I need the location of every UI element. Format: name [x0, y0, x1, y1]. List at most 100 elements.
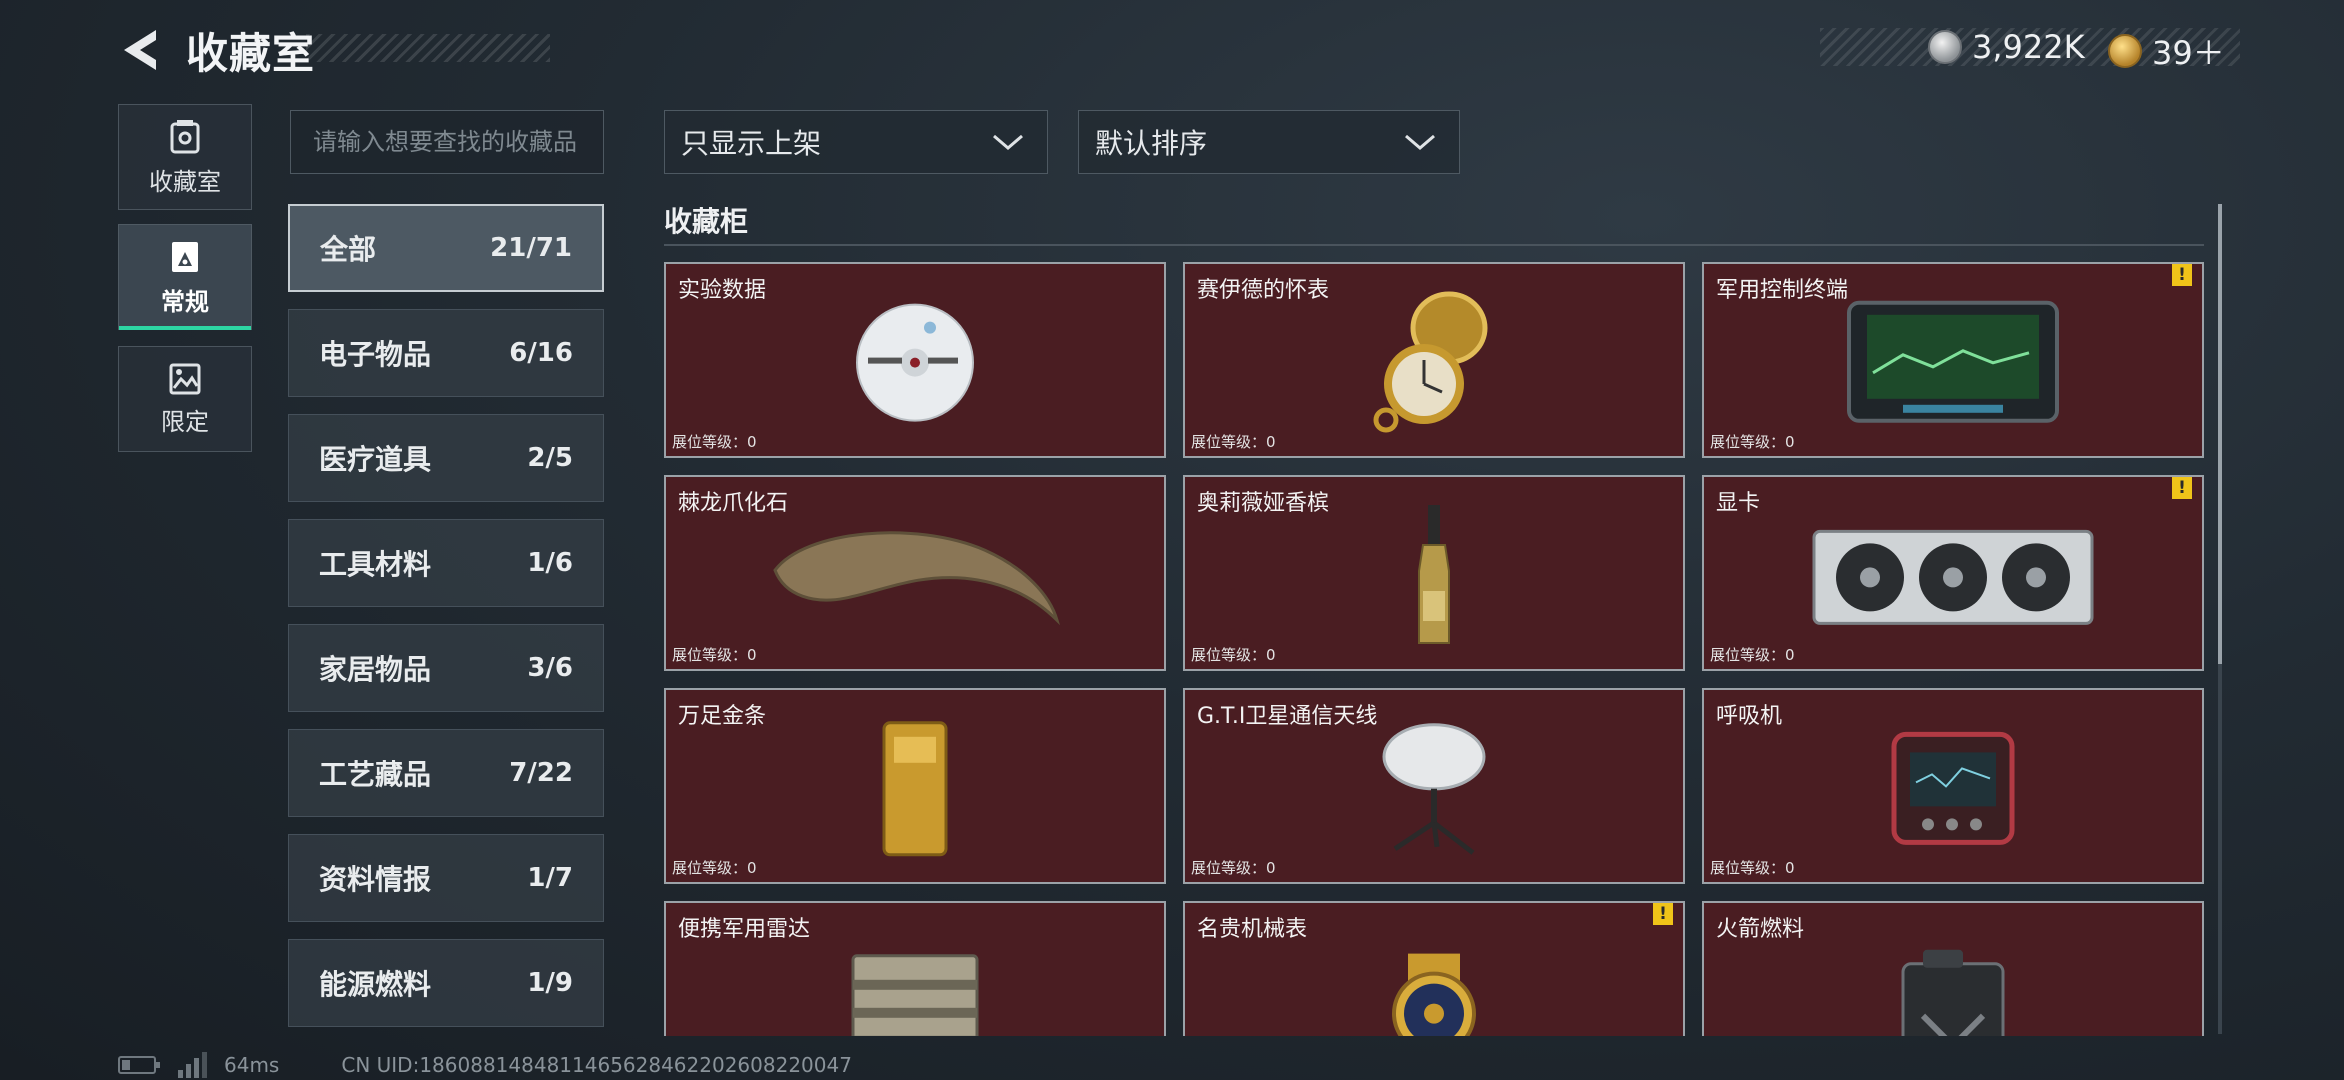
silver-currency[interactable]: 3,922K — [1928, 28, 2085, 66]
regular-card-icon — [172, 241, 198, 272]
title-decoration — [306, 34, 550, 62]
item-name: 棘龙爪化石 — [678, 491, 789, 516]
item-level: 展位等级：0 — [1710, 431, 1795, 452]
sort-value: 默认排序 — [1095, 127, 1208, 160]
category-electronics[interactable]: 电子物品 6/16 — [288, 309, 604, 397]
vault-icon — [170, 119, 200, 153]
satellite-dish-icon — [1382, 723, 1486, 855]
category-energy[interactable]: 能源燃料 1/9 — [288, 939, 604, 1027]
item-level-value: 0 — [1266, 646, 1276, 664]
tab-vault-label: 收藏室 — [149, 167, 221, 196]
category-intel[interactable]: 资料情报 1/7 — [288, 834, 604, 922]
item-level-value: 0 — [747, 433, 757, 451]
display-filter-dropdown[interactable]: 只显示上架 — [664, 110, 1048, 174]
category-household[interactable]: 家居物品 3/6 — [288, 624, 604, 712]
signal-bars-icon — [178, 1052, 207, 1078]
item-card[interactable]: 实验数据 展位等级：0 — [664, 262, 1166, 458]
category-count: 21/71 — [490, 233, 572, 263]
category-name: 资料情报 — [319, 863, 432, 896]
ping-value: 64ms — [224, 1053, 280, 1077]
item-name: 实验数据 — [678, 278, 767, 303]
item-level: 展位等级：0 — [672, 431, 757, 452]
category-crafts[interactable]: 工艺藏品 7/22 — [288, 729, 604, 817]
category-count: 7/22 — [509, 758, 573, 788]
item-card[interactable]: 棘龙爪化石 展位等级：0 — [664, 475, 1166, 671]
warning-badge: ! — [2172, 477, 2192, 499]
category-name: 电子物品 — [319, 338, 432, 371]
back-button[interactable] — [112, 22, 168, 78]
category-count: 2/5 — [527, 443, 573, 473]
item-name: G.T.I卫星通信天线 — [1197, 704, 1378, 729]
category-tools[interactable]: 工具材料 1/6 — [288, 519, 604, 607]
item-card[interactable]: 万足金条 展位等级：0 — [664, 688, 1166, 884]
item-card[interactable]: 军用控制终端 ! 展位等级：0 — [1702, 262, 2204, 458]
item-card[interactable]: 火箭燃料 展位等级： — [1702, 901, 2204, 1036]
tab-limited-label: 限定 — [161, 407, 209, 436]
fuel-canister-icon — [1901, 949, 2005, 1036]
display-filter-value: 只显示上架 — [681, 127, 822, 160]
item-level: 展位等级：0 — [672, 644, 757, 665]
gold-currency[interactable]: 39＋ — [2108, 28, 2225, 74]
cd-disc-icon — [856, 303, 974, 422]
category-name: 工具材料 — [319, 548, 432, 581]
item-name: 军用控制终端 — [1716, 278, 1849, 303]
section-title: 收藏柜 — [664, 205, 749, 238]
item-card[interactable]: 显卡 ! 展位等级：0 — [1702, 475, 2204, 671]
item-card[interactable]: 名贵机械表 ! 展位等级： — [1183, 901, 1685, 1036]
item-card[interactable]: G.T.I卫星通信天线 展位等级：0 — [1183, 688, 1685, 884]
tab-regular[interactable]: 常规 — [118, 224, 252, 330]
item-level-label: 展位等级： — [1191, 859, 1267, 877]
category-all[interactable]: 全部 21/71 — [288, 204, 604, 292]
item-level-label: 展位等级： — [672, 646, 748, 664]
gold-coin-icon — [2108, 34, 2142, 68]
warning-badge: ! — [1653, 903, 1673, 925]
item-level: 展位等级：0 — [1191, 431, 1276, 452]
category-name: 能源燃料 — [319, 968, 432, 1001]
item-card[interactable]: 赛伊德的怀表 展位等级：0 — [1183, 262, 1685, 458]
item-level-label: 展位等级： — [672, 859, 748, 877]
item-level-value: 0 — [747, 859, 757, 877]
item-card[interactable]: 呼吸机 展位等级：0 — [1702, 688, 2204, 884]
silver-coin-icon — [1928, 30, 1962, 64]
category-count: 1/9 — [527, 968, 573, 998]
section-divider — [664, 244, 2204, 246]
item-level-label: 展位等级： — [1191, 646, 1267, 664]
item-name: 呼吸机 — [1716, 704, 1783, 729]
ventilator-icon — [1891, 731, 2015, 845]
item-level-value: 0 — [1266, 859, 1276, 877]
item-level-label: 展位等级： — [1710, 646, 1786, 664]
chevron-down-icon — [993, 134, 1023, 150]
item-level-label: 展位等级： — [1710, 859, 1786, 877]
pocket-watch-icon — [1373, 291, 1488, 433]
silver-currency-value: 3,922K — [1972, 28, 2085, 66]
claw-fossil-icon — [773, 531, 1060, 626]
tab-regular-label: 常规 — [161, 287, 209, 316]
item-level: 展位等级：0 — [1191, 644, 1276, 665]
gold-currency-value: 39＋ — [2152, 34, 2225, 72]
portable-radar-icon — [851, 954, 979, 1036]
item-level-label: 展位等级： — [1191, 433, 1267, 451]
item-card[interactable]: 便携军用雷达 展位等级： — [664, 901, 1166, 1036]
back-chevron-icon — [124, 30, 156, 70]
category-medical[interactable]: 医疗道具 2/5 — [288, 414, 604, 502]
grid-scrollbar-thumb[interactable] — [2218, 204, 2222, 664]
category-count: 3/6 — [527, 653, 573, 683]
item-level: 展位等级：0 — [1710, 857, 1795, 878]
category-name: 家居物品 — [319, 653, 432, 686]
item-name: 赛伊德的怀表 — [1197, 278, 1330, 303]
sort-dropdown[interactable]: 默认排序 — [1078, 110, 1460, 174]
tab-limited[interactable]: 限定 — [118, 346, 252, 452]
category-count: 1/7 — [527, 863, 573, 893]
status-footer: 64ms CN UID:1860881484811465628462202608… — [118, 1052, 852, 1078]
item-level-value: 0 — [1785, 433, 1795, 451]
search-input[interactable] — [290, 110, 604, 174]
item-name: 万足金条 — [678, 704, 767, 729]
item-level: 展位等级：0 — [672, 857, 757, 878]
tab-vault[interactable]: 收藏室 — [118, 104, 252, 210]
item-name: 奥莉薇娅香槟 — [1197, 491, 1330, 516]
item-name: 显卡 — [1716, 491, 1761, 516]
military-terminal-icon — [1847, 300, 2059, 423]
graphics-card-icon — [1812, 529, 2094, 625]
item-level-label: 展位等级： — [1710, 433, 1786, 451]
item-card[interactable]: 奥莉薇娅香槟 展位等级：0 — [1183, 475, 1685, 671]
